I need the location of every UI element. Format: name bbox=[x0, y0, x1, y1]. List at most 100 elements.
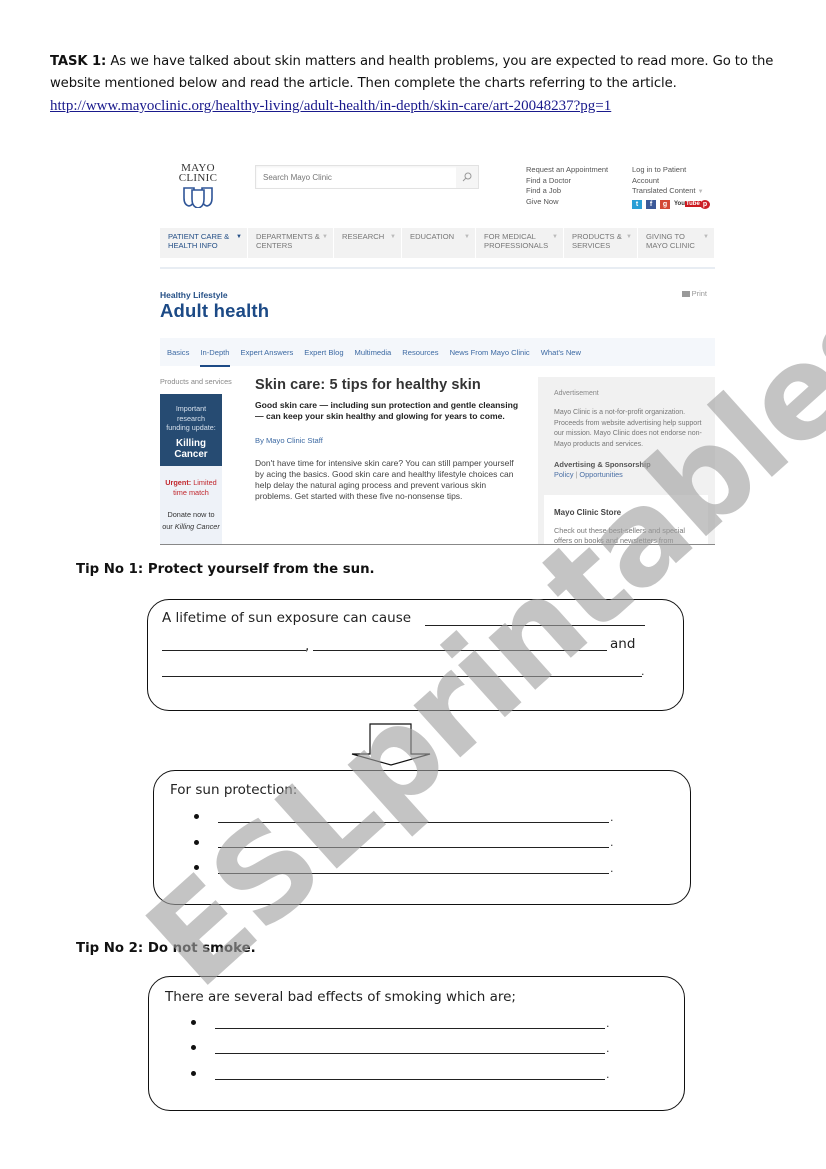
period: . bbox=[606, 1017, 610, 1030]
section-kicker[interactable]: Healthy Lifestyle bbox=[160, 290, 228, 300]
logo-text-line2: CLINIC bbox=[178, 172, 218, 184]
chevron-down-icon: ▼ bbox=[322, 234, 328, 240]
blank-line[interactable] bbox=[215, 1028, 605, 1029]
mayo-clinic-logo[interactable]: MAYO CLINIC bbox=[174, 163, 222, 208]
nav-patient-care[interactable]: Patient Care & Health Info ▼ bbox=[160, 228, 248, 258]
task-text: As we have talked about skin matters and… bbox=[50, 54, 774, 91]
period: . bbox=[606, 1068, 610, 1081]
products-services-label: Products and services bbox=[160, 377, 232, 386]
nav-label: Professionals bbox=[484, 241, 549, 250]
login-link-line1[interactable]: Log in to Patient bbox=[632, 165, 710, 176]
tab-news[interactable]: News From Mayo Clinic bbox=[450, 348, 530, 357]
twitter-icon[interactable]: t bbox=[632, 199, 642, 209]
give-now-link[interactable]: Give Now bbox=[526, 197, 608, 208]
find-job-link[interactable]: Find a Job bbox=[526, 186, 608, 197]
nav-label: Education bbox=[410, 232, 455, 241]
nav-label: Health Info bbox=[168, 241, 218, 250]
translated-content-dropdown[interactable]: Translated Content ▼ bbox=[632, 186, 710, 198]
blank-line[interactable] bbox=[218, 847, 609, 848]
print-button[interactable]: Print bbox=[681, 289, 707, 298]
tab-resources[interactable]: Resources bbox=[402, 348, 438, 357]
nav-departments[interactable]: Departments & Centers ▼ bbox=[248, 228, 334, 258]
urgent-label: Urgent: bbox=[165, 478, 192, 487]
ad-links: Policy | Opportunities bbox=[554, 470, 623, 479]
store-title: Mayo Clinic Store bbox=[554, 508, 622, 517]
blank-line[interactable] bbox=[215, 1053, 605, 1054]
blank-line[interactable] bbox=[162, 650, 306, 651]
killing-cancer-promo[interactable]: Important research funding update: Killi… bbox=[160, 394, 222, 466]
search-icon[interactable] bbox=[456, 166, 478, 188]
ad-label: Advertisement bbox=[554, 390, 599, 397]
nav-label: Mayo Clinic bbox=[646, 241, 695, 250]
nav-for-medical-professionals[interactable]: For Medical Professionals ▼ bbox=[476, 228, 564, 258]
ad-sponsorship-title: Advertising & Sponsorship bbox=[554, 460, 651, 469]
youtube-you: You bbox=[674, 200, 685, 207]
tip1-prompt: A lifetime of sun exposure can cause bbox=[162, 610, 412, 626]
blank-line[interactable] bbox=[162, 676, 642, 677]
tab-expert-blog[interactable]: Expert Blog bbox=[304, 348, 343, 357]
donate-emphasis: Killing Cancer bbox=[174, 522, 220, 531]
bullet bbox=[191, 1045, 196, 1050]
printer-icon bbox=[681, 291, 690, 298]
bullet bbox=[194, 814, 199, 819]
tab-multimedia[interactable]: Multimedia bbox=[355, 348, 392, 357]
donate-promo[interactable]: Urgent: Limited time match Donate now to… bbox=[160, 466, 222, 545]
google-plus-icon[interactable]: g bbox=[660, 199, 670, 209]
nav-label: Giving to bbox=[646, 232, 685, 241]
request-appointment-link[interactable]: Request an Appointment bbox=[526, 165, 608, 176]
donate-line: Donate now to bbox=[167, 510, 215, 519]
promo-text: Important research bbox=[175, 404, 207, 423]
period: . bbox=[610, 811, 614, 824]
blank-line[interactable] bbox=[215, 1079, 605, 1080]
youtube-icon[interactable]: YouTube bbox=[674, 199, 701, 209]
sub-navigation: Basics In-Depth Expert Answers Expert Bl… bbox=[160, 338, 715, 367]
tab-basics[interactable]: Basics bbox=[167, 348, 189, 357]
urgent-text: Urgent: Limited time match bbox=[162, 478, 220, 497]
youtube-tube: Tube bbox=[684, 200, 701, 207]
mayo-store-card[interactable]: Mayo Clinic Store Check out these best-s… bbox=[544, 495, 708, 545]
article-body: Don't have time for intensive skin care?… bbox=[255, 458, 514, 501]
tab-whats-new[interactable]: What's New bbox=[541, 348, 581, 357]
site-search[interactable] bbox=[255, 165, 479, 189]
login-link-line2[interactable]: Account bbox=[632, 176, 710, 187]
utility-links: Request an Appointment Find a Doctor Fin… bbox=[526, 165, 608, 207]
chevron-down-icon: ▼ bbox=[236, 234, 242, 240]
period: . bbox=[641, 665, 645, 678]
opportunities-link[interactable]: Opportunities bbox=[579, 470, 622, 479]
tip2-prompt: There are several bad effects of smoking… bbox=[165, 989, 516, 1005]
bullet bbox=[194, 865, 199, 870]
tab-expert-answers[interactable]: Expert Answers bbox=[241, 348, 294, 357]
chevron-down-icon: ▼ bbox=[697, 189, 704, 195]
pinterest-icon[interactable]: p bbox=[700, 199, 710, 209]
shield-logo-icon bbox=[183, 187, 213, 208]
ad-disclaimer: Mayo Clinic is a not-for-profit organiza… bbox=[554, 409, 702, 448]
article-link[interactable]: http://www.mayoclinic.org/healthy-living… bbox=[50, 98, 611, 114]
nav-label: For Medical bbox=[484, 232, 536, 241]
facebook-icon[interactable]: f bbox=[646, 199, 656, 209]
bullet bbox=[194, 840, 199, 845]
bullet bbox=[191, 1071, 196, 1076]
article-byline[interactable]: By Mayo Clinic Staff bbox=[255, 436, 523, 445]
blank-line[interactable] bbox=[425, 625, 645, 626]
nav-products-services[interactable]: Products & Services ▼ bbox=[564, 228, 638, 258]
tab-in-depth[interactable]: In-Depth bbox=[200, 348, 230, 367]
nav-giving[interactable]: Giving to Mayo Clinic ▼ bbox=[638, 228, 715, 258]
blank-line[interactable] bbox=[313, 650, 607, 651]
nav-research[interactable]: Research ▼ bbox=[334, 228, 402, 258]
down-arrow-icon bbox=[351, 723, 431, 766]
chevron-down-icon: ▼ bbox=[552, 234, 558, 240]
and-text: and bbox=[610, 636, 636, 652]
task-label: TASK 1: bbox=[50, 54, 107, 69]
policy-link[interactable]: Policy bbox=[554, 470, 573, 479]
blank-line[interactable] bbox=[218, 822, 609, 823]
find-doctor-link[interactable]: Find a Doctor bbox=[526, 176, 608, 187]
comma: , bbox=[305, 638, 310, 654]
blank-line[interactable] bbox=[218, 873, 609, 874]
tip1-heading: Tip No 1: Protect yourself from the sun. bbox=[76, 562, 375, 577]
article-content: Skin care: 5 tips for healthy skin Good … bbox=[255, 377, 523, 502]
page-title: Adult health bbox=[160, 300, 270, 321]
nav-education[interactable]: Education ▼ bbox=[402, 228, 476, 258]
site-search-input[interactable] bbox=[256, 166, 443, 188]
main-navigation: Patient Care & Health Info ▼ Departments &… bbox=[160, 228, 715, 258]
translated-content-label: Translated Content bbox=[632, 186, 696, 195]
